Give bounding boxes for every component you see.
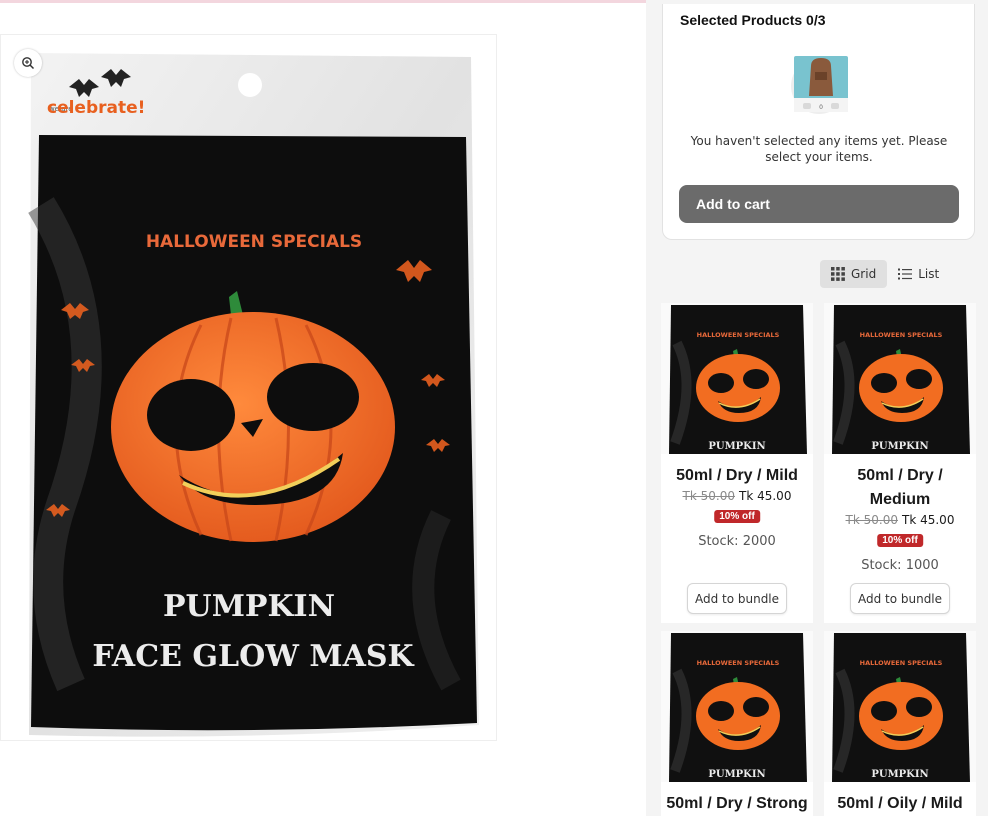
main-product-image[interactable]: we are celebrate! HALLOWEEN SPECIALS PUM… bbox=[0, 34, 497, 741]
svg-text:HALLOWEEN SPECIALS: HALLOWEEN SPECIALS bbox=[860, 659, 943, 667]
empty-selection-message: You haven't selected any items yet. Plea… bbox=[690, 134, 948, 164]
svg-text:HALLOWEEN SPECIALS: HALLOWEEN SPECIALS bbox=[697, 659, 780, 667]
grid-view-button[interactable]: Grid bbox=[820, 260, 888, 288]
product-card: HALLOWEEN SPECIALS PUMPKIN 50ml / Dry / … bbox=[661, 631, 813, 816]
discount-badge: 10% off bbox=[714, 510, 760, 523]
product-card: HALLOWEEN SPECIALS PUMPKIN 50ml / Oily /… bbox=[824, 631, 976, 816]
svg-text:0: 0 bbox=[819, 104, 823, 111]
sale-price: Tk 45.00 bbox=[739, 489, 792, 503]
view-toggle: Grid List bbox=[820, 260, 950, 288]
selected-products-card: Selected Products 0/3 0 You haven't sele… bbox=[662, 4, 975, 240]
list-icon bbox=[898, 268, 913, 280]
stock-count: Stock: 1000 bbox=[861, 558, 939, 573]
product-card: HALLOWEEN SPECIALS PUMPKIN 50ml / Dry / … bbox=[824, 303, 976, 623]
product-thumbnail[interactable]: HALLOWEEN SPECIALS PUMPKIN bbox=[824, 631, 976, 782]
add-to-bundle-button[interactable]: Add to bundle bbox=[850, 583, 950, 614]
product-thumbnail[interactable]: HALLOWEEN SPECIALS PUMPKIN bbox=[661, 303, 813, 454]
svg-text:HALLOWEEN SPECIALS: HALLOWEEN SPECIALS bbox=[697, 331, 780, 339]
original-price: Tk 50.00 bbox=[682, 489, 735, 503]
svg-text:HALLOWEEN SPECIALS: HALLOWEEN SPECIALS bbox=[860, 331, 943, 339]
add-to-cart-button[interactable]: Add to cart bbox=[679, 185, 959, 223]
product-name[interactable]: 50ml / Dry / Medium bbox=[824, 464, 976, 512]
product-card: HALLOWEEN SPECIALS PUMPKIN 50ml / Dry / … bbox=[661, 303, 813, 623]
svg-text:PUMPKIN: PUMPKIN bbox=[871, 769, 928, 780]
svg-text:FACE GLOW MASK: FACE GLOW MASK bbox=[92, 639, 414, 674]
svg-text:PUMPKIN: PUMPKIN bbox=[163, 589, 335, 624]
product-thumbnail[interactable]: HALLOWEEN SPECIALS PUMPKIN bbox=[661, 631, 813, 782]
discount-badge: 10% off bbox=[877, 534, 923, 547]
svg-text:PUMPKIN: PUMPKIN bbox=[708, 441, 765, 452]
svg-text:PUMPKIN: PUMPKIN bbox=[871, 441, 928, 452]
svg-text:PUMPKIN: PUMPKIN bbox=[708, 769, 765, 780]
original-price: Tk 50.00 bbox=[845, 513, 898, 527]
product-thumbnail[interactable]: HALLOWEEN SPECIALS PUMPKIN bbox=[824, 303, 976, 454]
pumpkin-mask-package-illustration: we are celebrate! HALLOWEEN SPECIALS PUM… bbox=[28, 53, 479, 737]
list-label: List bbox=[918, 267, 940, 281]
empty-bag-icon: 0 bbox=[791, 56, 848, 114]
product-name[interactable]: 50ml / Oily / Mild bbox=[824, 792, 976, 816]
add-to-bundle-button[interactable]: Add to bundle bbox=[687, 583, 787, 614]
price-row: Tk 50.00 Tk 45.00 bbox=[661, 489, 813, 503]
svg-text:celebrate!: celebrate! bbox=[47, 98, 145, 118]
sale-price: Tk 45.00 bbox=[902, 513, 955, 527]
grid-label: Grid bbox=[851, 267, 877, 281]
product-name[interactable]: 50ml / Dry / Mild bbox=[661, 464, 813, 488]
list-view-button[interactable]: List bbox=[887, 260, 950, 288]
product-name[interactable]: 50ml / Dry / Strong bbox=[661, 792, 813, 816]
price-row: Tk 50.00 Tk 45.00 bbox=[824, 513, 976, 527]
svg-text:HALLOWEEN SPECIALS: HALLOWEEN SPECIALS bbox=[146, 232, 362, 252]
selected-products-title: Selected Products 0/3 bbox=[680, 12, 826, 28]
zoom-icon[interactable] bbox=[14, 49, 42, 77]
stock-count: Stock: 2000 bbox=[698, 534, 776, 549]
grid-icon bbox=[831, 267, 845, 281]
